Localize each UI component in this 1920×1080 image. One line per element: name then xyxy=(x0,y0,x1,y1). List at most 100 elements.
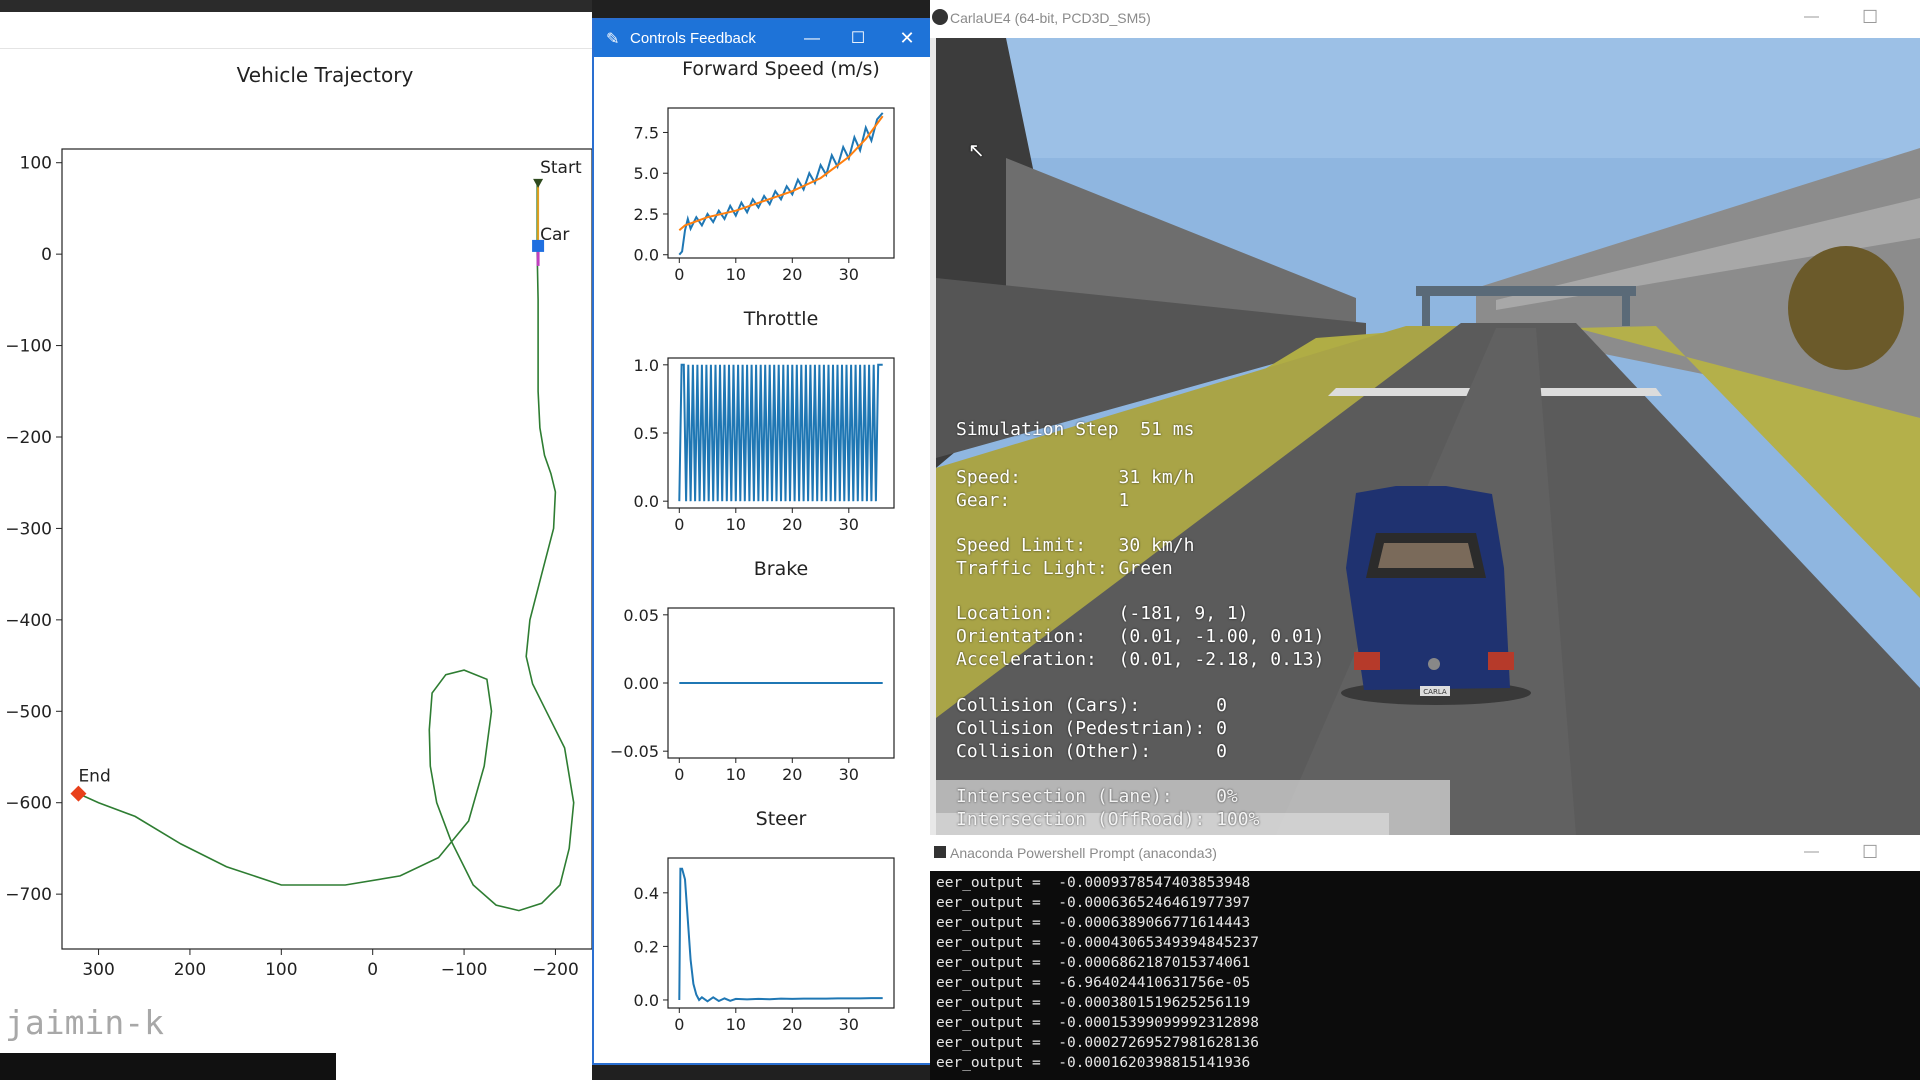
y-tick-label: −0.05 xyxy=(610,742,659,761)
hud-intersection-offroad: Intersection (OffRoad): 100% xyxy=(956,809,1260,830)
anaconda-window: Anaconda Powershell Prompt (anaconda3) —… xyxy=(930,835,1920,1080)
terminal-line: eer_output = -0.0006365246461977397 xyxy=(936,895,1251,911)
hud-collision-cars: Collision (Cars): 0 xyxy=(956,695,1227,716)
throttle-series-line xyxy=(678,363,883,502)
terminal-line: eer_output = -0.0006862187015374061 xyxy=(936,955,1251,971)
x-tick-label: 0 xyxy=(674,1015,684,1034)
throttle-title: Throttle xyxy=(743,308,819,330)
feather-icon: ✎ xyxy=(606,31,620,48)
x-tick-label: −100 xyxy=(441,960,488,980)
maximize-button[interactable]: ☐ xyxy=(1862,842,1878,863)
car-label: Car xyxy=(540,225,569,245)
carla-titlebar[interactable]: CarlaUE4 (64-bit, PCD3D_SM5) — ☐ xyxy=(930,0,1920,38)
brake-chart: Brake 0 10 20 30 0.05 0.00 −0.05 xyxy=(610,558,895,784)
minimize-button[interactable]: — xyxy=(1804,8,1819,25)
y-tick-label: 2.5 xyxy=(634,205,659,224)
y-tick-label: 0.00 xyxy=(623,674,659,693)
y-tick-label: −300 xyxy=(5,519,52,539)
controls-window-title: Controls Feedback xyxy=(630,30,756,47)
y-tick-label: −200 xyxy=(5,428,52,448)
y-tick-label: 0.0 xyxy=(634,991,659,1010)
trajectory-plot-frame xyxy=(61,148,592,950)
hud-collision-other: Collision (Other): 0 xyxy=(956,741,1227,762)
x-tick-label: 200 xyxy=(174,960,206,980)
terminal-line: eer_output = -0.00027269527981628136 xyxy=(936,1035,1260,1051)
controls-titlebar[interactable]: ✎ Controls Feedback — ☐ ✕ xyxy=(594,20,935,57)
minimize-button[interactable]: — xyxy=(789,20,835,57)
start-marker xyxy=(533,178,544,188)
y-tick-label: −600 xyxy=(5,794,52,814)
y-tick-label: −500 xyxy=(5,702,52,722)
y-tick-label: −400 xyxy=(5,611,52,631)
terminal-line: eer_output = -0.00015399099992312898 xyxy=(936,1015,1260,1031)
controls-feedback-window: ✎ Controls Feedback — ☐ ✕ Forward Speed … xyxy=(592,18,937,1065)
hud-speed: Speed: 31 km/h xyxy=(956,467,1195,488)
hud-simulation-step: Simulation Step 51 ms xyxy=(956,419,1195,440)
unreal-logo-icon xyxy=(932,9,948,25)
steer-frame xyxy=(667,857,895,1009)
steer-title: Steer xyxy=(756,808,807,830)
start-label: Start xyxy=(540,158,582,178)
y-tick-label: −700 xyxy=(5,885,52,905)
steer-chart: Steer 0 10 20 30 0.4 0.2 0.0 xyxy=(634,808,895,1034)
terminal-icon xyxy=(934,846,946,858)
forward-speed-series-line xyxy=(678,115,884,232)
maximize-button[interactable]: ☐ xyxy=(835,20,881,57)
forward-speed-frame xyxy=(667,107,895,259)
terminal-line: eer_output = -0.0001620398815141936 xyxy=(936,1055,1251,1071)
anaconda-titlebar[interactable]: Anaconda Powershell Prompt (anaconda3) —… xyxy=(930,835,1920,871)
anaconda-window-title: Anaconda Powershell Prompt (anaconda3) xyxy=(950,845,1217,861)
x-tick-label: 10 xyxy=(726,765,746,784)
terminal-output[interactable]: eer_output = -0.0009378547403853948 eer_… xyxy=(930,871,1920,1080)
terminal-line: eer_output = -0.0009378547403853948 xyxy=(936,875,1251,891)
terminal-line: eer_output = -6.964024410631756e-05 xyxy=(936,975,1251,991)
minimize-button[interactable]: — xyxy=(1804,843,1819,860)
trajectory-window: Vehicle Trajectory 100 0 −100 −200 −300 −400 −… xyxy=(0,0,592,1080)
x-tick-label: 20 xyxy=(782,765,802,784)
x-tick-label: 0 xyxy=(674,265,684,284)
simulation-viewport[interactable]: CARLA Simulation Step 51 ms Speed: 31 km… xyxy=(936,38,1920,835)
trajectory-chart: Vehicle Trajectory 100 0 −100 −200 −300 −400 −… xyxy=(5,63,592,980)
y-tick-label: 7.5 xyxy=(634,123,659,142)
forward-speed-series-line xyxy=(678,112,884,256)
y-tick-label: 5.0 xyxy=(634,164,659,183)
end-label: End xyxy=(78,767,110,787)
x-tick-label: 100 xyxy=(265,960,297,980)
x-tick-label: 20 xyxy=(782,265,802,284)
y-tick-label: 100 xyxy=(20,154,52,174)
x-tick-label: 30 xyxy=(839,1015,859,1034)
terminal-line: eer_output = -0.0003801519625256119 xyxy=(936,995,1251,1011)
maximize-button[interactable]: ☐ xyxy=(1862,7,1878,28)
y-tick-label: 0.05 xyxy=(623,606,659,625)
trajectory-title: Vehicle Trajectory xyxy=(237,63,414,87)
end-marker xyxy=(70,785,87,802)
x-tick-label: 30 xyxy=(839,765,859,784)
watermark-text: jaimin-k xyxy=(5,1003,164,1042)
x-tick-label: −200 xyxy=(532,960,579,980)
trajectory-x-ticks: 300 200 100 0 −100 −200 xyxy=(82,949,579,980)
y-tick-label: 0 xyxy=(41,245,52,265)
y-tick-label: 0.0 xyxy=(634,246,659,265)
carla-window-title: CarlaUE4 (64-bit, PCD3D_SM5) xyxy=(950,10,1151,26)
x-tick-label: 0 xyxy=(367,960,378,980)
trajectory-y-ticks: 100 0 −100 −200 −300 −400 −500 −600 −700 xyxy=(5,154,62,905)
carla-window: CarlaUE4 (64-bit, PCD3D_SM5) — ☐ CARLA S… xyxy=(930,0,1920,835)
brake-title: Brake xyxy=(754,558,809,580)
x-tick-label: 10 xyxy=(726,265,746,284)
hud-acceleration: Acceleration: (0.01, -2.18, 0.13) xyxy=(956,649,1325,670)
forward-speed-title: Forward Speed (m/s) xyxy=(682,58,880,80)
steer-series-line xyxy=(678,867,883,1003)
hud-gear: Gear: 1 xyxy=(956,490,1130,511)
close-button[interactable]: ✕ xyxy=(884,20,930,57)
y-tick-label: 0.2 xyxy=(634,937,659,956)
x-tick-label: 30 xyxy=(839,265,859,284)
hud-orientation: Orientation: (0.01, -1.00, 0.01) xyxy=(956,626,1325,647)
y-tick-label: 0.4 xyxy=(634,884,659,903)
y-tick-label: 1.0 xyxy=(634,356,659,375)
x-tick-label: 300 xyxy=(82,960,114,980)
forward-speed-chart: Forward Speed (m/s) 0 10 20 30 7.5 5.0 2.5 0.0 xyxy=(634,58,895,284)
controls-charts: Forward Speed (m/s) 0 10 20 30 7.5 5.0 2.5 0.0 Th… xyxy=(610,58,895,1034)
hud-traffic-light: Traffic Light: Green xyxy=(956,558,1173,579)
x-tick-label: 0 xyxy=(674,765,684,784)
x-tick-label: 10 xyxy=(726,1015,746,1034)
